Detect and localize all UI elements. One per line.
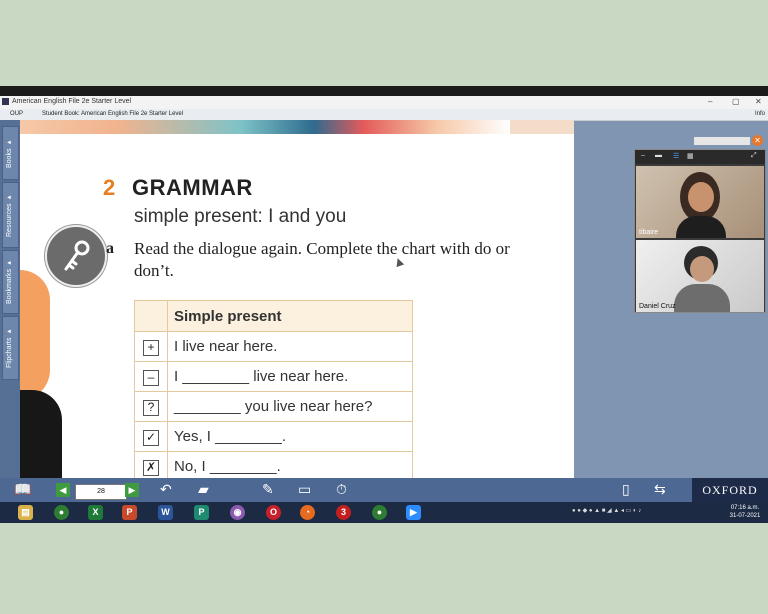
table-row: – I ________ live near here. bbox=[134, 361, 413, 392]
book-icon[interactable]: 📖 bbox=[14, 481, 31, 498]
firefox-icon[interactable]: ◔ bbox=[300, 505, 315, 520]
exercise-instruction: Read the dialogue again. Complete the ch… bbox=[134, 239, 510, 280]
maximize-button[interactable]: ▢ bbox=[732, 97, 740, 106]
system-tray-icons[interactable]: ● ● ◆ ● ▲ ■ ◢ ▲ ◂ ▭ ◐ ♪ bbox=[572, 507, 722, 517]
fullscreen-icon[interactable]: ⤢ bbox=[751, 152, 757, 160]
windows-taskbar: ▤ ● X P W P ◉ O ◔ 3 ● ▶ ● ● ◆ ● ▲ ■ ◢ ▲ … bbox=[0, 502, 768, 523]
close-button[interactable]: ✕ bbox=[755, 97, 762, 106]
chart-header: Simple present bbox=[167, 300, 413, 332]
participant-name: tibaire bbox=[639, 229, 659, 236]
table-cell: I live near here. bbox=[167, 331, 413, 362]
swap-icon[interactable]: ⇆ bbox=[654, 481, 666, 498]
section-number: 2 bbox=[103, 175, 116, 200]
publisher-icon[interactable]: P bbox=[194, 505, 209, 520]
opera-icon[interactable]: O bbox=[266, 505, 281, 520]
video-call-panel: – ▬ ☰ ▦ ⤢ tibaire Daniel Cruz bbox=[634, 149, 766, 313]
grammar-chart: Simple present + I live near here. – I _… bbox=[134, 300, 413, 478]
app-3g-icon[interactable]: 3 bbox=[336, 505, 351, 520]
table-row: ✓ Yes, I ________. bbox=[134, 421, 413, 452]
clock-time: 07:16 a.m. bbox=[730, 505, 760, 511]
view-icon[interactable]: ▬ bbox=[655, 152, 662, 159]
tab-bookmarks[interactable]: Bookmarks ▸ bbox=[2, 250, 19, 314]
minimize-button[interactable]: – bbox=[708, 97, 712, 106]
chrome-profile-icon[interactable]: ● bbox=[372, 505, 387, 520]
zoom-icon[interactable]: ▶ bbox=[406, 505, 421, 520]
table-cell: No, I ________. bbox=[167, 451, 413, 478]
participant-name: Daniel Cruz bbox=[639, 303, 676, 310]
tab-resources[interactable]: Resources ▸ bbox=[2, 182, 19, 248]
video-minimized-strip bbox=[694, 137, 750, 145]
word-icon[interactable]: W bbox=[158, 505, 173, 520]
oxford-logo: OXFORD bbox=[692, 478, 768, 502]
check-icon: ✓ bbox=[143, 429, 159, 446]
window-title: American English File 2e Starter Level bbox=[12, 98, 132, 105]
participant-tile[interactable]: Daniel Cruz bbox=[636, 240, 764, 312]
side-tabs: Books ▸ Resources ▸ Bookmarks ▸ Flipchar… bbox=[0, 120, 20, 478]
app-icon bbox=[2, 98, 9, 105]
clock-date: 31-07-2021 bbox=[729, 513, 761, 519]
reader-toolbar: 📖 ◀ ▶ ↶ ▰ ✎ ▭ ⏱ ▯ ⇆ OXFORD bbox=[0, 478, 768, 502]
minus-icon: – bbox=[143, 369, 159, 386]
photos-icon[interactable]: ◉ bbox=[230, 505, 245, 520]
speaker-view-icon[interactable]: ☰ bbox=[673, 152, 679, 160]
pen-icon[interactable]: ✎ bbox=[262, 481, 274, 498]
table-cell: Yes, I ________. bbox=[167, 421, 413, 452]
close-video-icon[interactable]: ✕ bbox=[752, 135, 763, 146]
question-icon: ? bbox=[143, 399, 159, 416]
chart-header-row: Simple present bbox=[134, 300, 413, 332]
tab-flipcharts[interactable]: Flipcharts ▸ bbox=[2, 316, 19, 380]
page-icon[interactable]: ▯ bbox=[622, 481, 630, 498]
page-illustration-left bbox=[20, 120, 70, 478]
plus-icon: + bbox=[143, 339, 159, 356]
table-cell: ________ you live near here? bbox=[167, 391, 413, 422]
section-subtitle: simple present: I and you bbox=[134, 206, 347, 227]
system-clock[interactable]: 07:16 a.m. 31-07-2021 bbox=[724, 504, 766, 520]
window-titlebar: American English File 2e Starter Level –… bbox=[0, 96, 768, 109]
book-page: 2 GRAMMAR simple present: I and you a Re… bbox=[20, 120, 574, 478]
cross-icon: ✗ bbox=[143, 459, 159, 476]
prev-page-button[interactable]: ◀ bbox=[56, 483, 70, 497]
table-row: ✗ No, I ________. bbox=[134, 451, 413, 478]
undo-icon[interactable]: ↶ bbox=[160, 481, 172, 498]
gallery-view-icon[interactable]: ▦ bbox=[687, 152, 694, 160]
next-page-button[interactable]: ▶ bbox=[125, 483, 139, 497]
minimize-video-icon[interactable]: – bbox=[641, 152, 645, 159]
tab-books[interactable]: Books ▸ bbox=[2, 126, 19, 180]
menu-book[interactable]: Student Book: American English File 2e S… bbox=[42, 111, 183, 117]
chrome-icon[interactable]: ● bbox=[54, 505, 69, 520]
menu-oup[interactable]: OUP bbox=[10, 111, 23, 117]
page-number-input[interactable] bbox=[75, 484, 127, 500]
table-row: + I live near here. bbox=[134, 331, 413, 362]
page-illustration-top bbox=[20, 120, 574, 134]
exercise-letter: a bbox=[106, 240, 114, 257]
excel-icon[interactable]: X bbox=[88, 505, 103, 520]
whiteboard-icon[interactable]: ▭ bbox=[298, 481, 311, 498]
table-cell: I ________ live near here. bbox=[167, 361, 413, 392]
file-explorer-icon[interactable]: ▤ bbox=[18, 505, 33, 520]
participant-tile[interactable]: tibaire bbox=[636, 166, 764, 238]
section-title: GRAMMAR bbox=[132, 175, 253, 200]
menu-info[interactable]: Info bbox=[755, 111, 765, 117]
app-screen: American English File 2e Starter Level –… bbox=[0, 86, 768, 523]
timer-icon[interactable]: ⏱ bbox=[336, 481, 347, 498]
answer-key-button[interactable] bbox=[45, 225, 107, 287]
powerpoint-icon[interactable]: P bbox=[122, 505, 137, 520]
eraser-icon[interactable]: ▰ bbox=[198, 481, 209, 498]
key-icon bbox=[64, 240, 90, 271]
table-row: ? ________ you live near here? bbox=[134, 391, 413, 422]
video-toolbar: – ▬ ☰ ▦ ⤢ bbox=[635, 150, 765, 164]
top-black-bar bbox=[0, 86, 768, 96]
